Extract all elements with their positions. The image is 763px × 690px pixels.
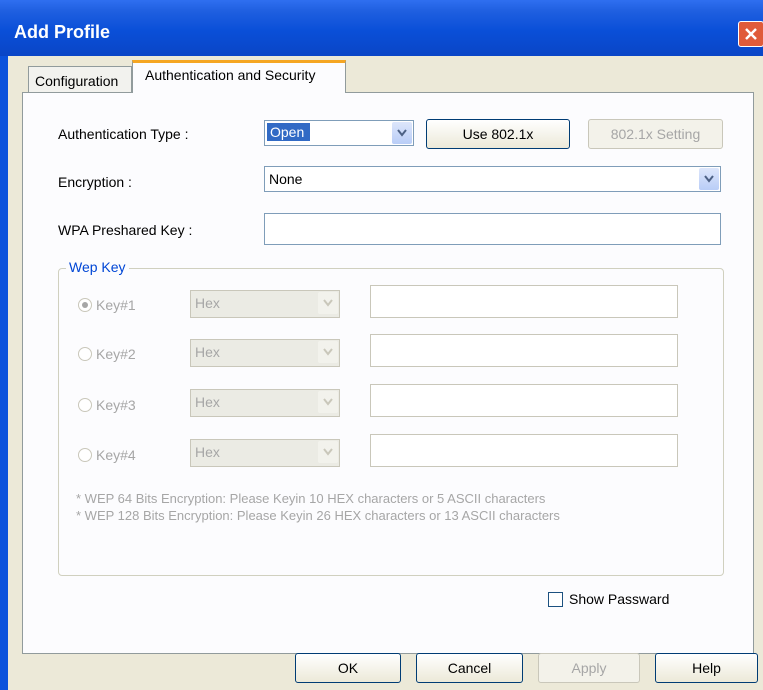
radio-selected-dot xyxy=(82,302,88,308)
close-icon xyxy=(745,28,757,40)
wpa-preshared-key-label: WPA Preshared Key : xyxy=(58,222,193,238)
tab-configuration[interactable]: Configuration xyxy=(28,66,132,92)
chevron-down-icon xyxy=(318,391,338,413)
add-profile-dialog: Add Profile Configuration Authentication… xyxy=(0,0,763,690)
key3-format-value: Hex xyxy=(195,394,220,410)
key2-input[interactable] xyxy=(370,334,678,367)
key3-radio[interactable] xyxy=(78,398,92,412)
title-bar: Add Profile xyxy=(0,0,763,56)
key1-input[interactable] xyxy=(370,285,678,318)
key1-label: Key#1 xyxy=(96,297,136,313)
show-password-label: Show Passward xyxy=(569,591,670,607)
encryption-label: Encryption : xyxy=(58,174,132,190)
key4-radio[interactable] xyxy=(78,448,92,462)
key2-format-value: Hex xyxy=(195,344,220,360)
key3-input[interactable] xyxy=(370,384,678,417)
chevron-down-icon xyxy=(392,122,412,144)
key4-format-value: Hex xyxy=(195,444,220,460)
key2-radio[interactable] xyxy=(78,347,92,361)
chevron-down-icon xyxy=(318,292,338,314)
key1-format-value: Hex xyxy=(195,295,220,311)
key1-radio[interactable] xyxy=(78,298,92,312)
chevron-down-icon xyxy=(318,441,338,463)
window-title: Add Profile xyxy=(14,22,111,42)
cancel-button[interactable]: Cancel xyxy=(416,653,523,683)
window-frame xyxy=(0,56,8,690)
key4-label: Key#4 xyxy=(96,447,136,463)
key4-format-select[interactable]: Hex xyxy=(190,439,340,467)
key3-label: Key#3 xyxy=(96,397,136,413)
wep64-note: * WEP 64 Bits Encryption: Please Keyin 1… xyxy=(76,491,546,506)
help-button[interactable]: Help xyxy=(655,653,758,683)
8021x-setting-button[interactable]: 802.1x Setting xyxy=(588,119,723,149)
wep-key-group-title: Wep Key xyxy=(66,259,129,275)
tab-authentication-security[interactable]: Authentication and Security xyxy=(132,60,346,93)
key2-label: Key#2 xyxy=(96,346,136,362)
apply-button[interactable]: Apply xyxy=(538,653,640,683)
encryption-select[interactable]: None xyxy=(264,166,721,192)
key4-input[interactable] xyxy=(370,434,678,467)
authentication-type-select[interactable]: Open xyxy=(264,120,414,146)
key1-format-select[interactable]: Hex xyxy=(190,290,340,318)
authentication-type-label: Authentication Type : xyxy=(58,126,189,142)
key2-format-select[interactable]: Hex xyxy=(190,339,340,367)
wpa-preshared-key-input[interactable] xyxy=(264,213,721,245)
wep128-note: * WEP 128 Bits Encryption: Please Keyin … xyxy=(76,508,560,523)
key3-format-select[interactable]: Hex xyxy=(190,389,340,417)
chevron-down-icon xyxy=(318,341,338,363)
use-8021x-button[interactable]: Use 802.1x xyxy=(426,119,570,149)
authentication-type-value: Open xyxy=(267,123,311,141)
ok-button[interactable]: OK xyxy=(295,653,401,683)
chevron-down-icon xyxy=(699,168,719,190)
show-password-checkbox[interactable] xyxy=(548,592,563,607)
close-button[interactable] xyxy=(738,21,763,47)
encryption-value: None xyxy=(269,171,303,187)
